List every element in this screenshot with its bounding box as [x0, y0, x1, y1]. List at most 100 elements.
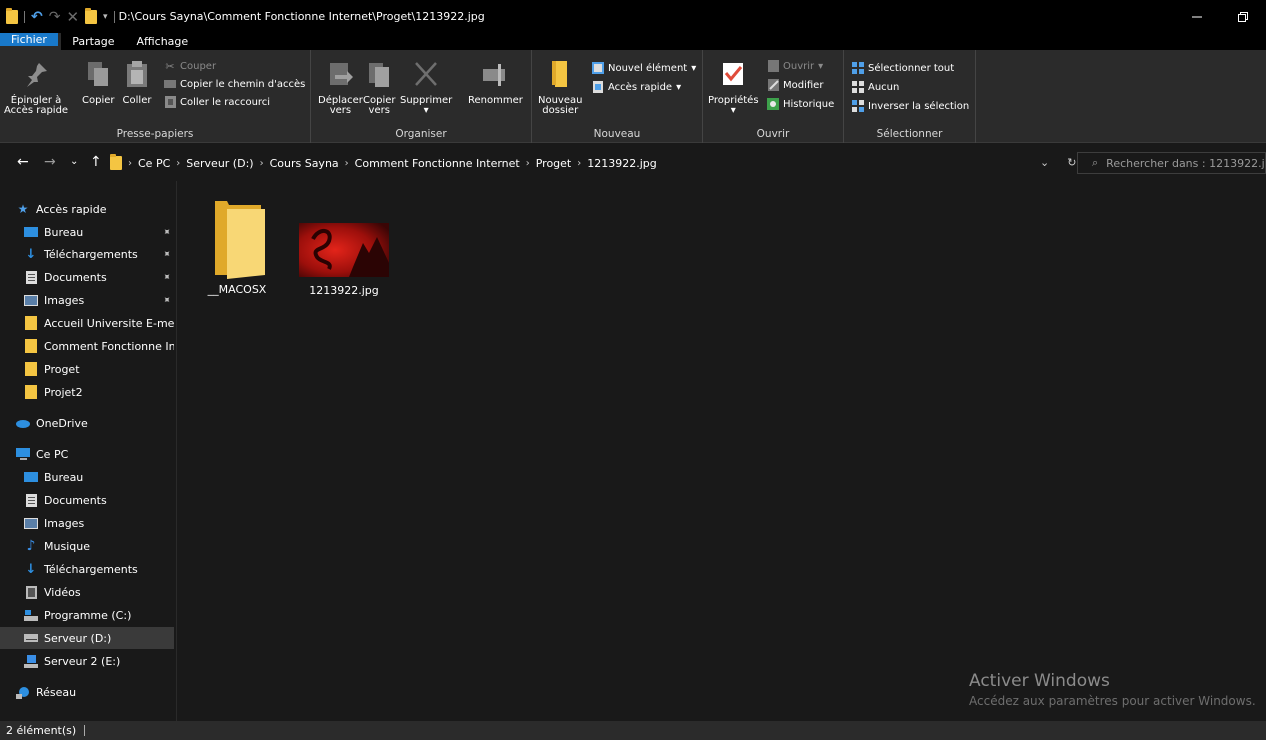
copy-to-button[interactable]: Copier vers [363, 56, 396, 116]
back-arrow-icon[interactable]: ← [17, 154, 29, 170]
new-item-button[interactable]: Nouvel élément ▾ [592, 60, 696, 76]
open-button[interactable]: Ouvrir ▾ [767, 58, 823, 74]
copy-path-label: Copier le chemin d'accès [180, 78, 306, 90]
refresh-icon[interactable]: ↻ [1067, 156, 1076, 169]
recent-locations-icon[interactable]: ⌄ [70, 154, 78, 170]
select-none-button[interactable]: Aucun [852, 79, 899, 95]
sidebar-item-comment-fonctionne[interactable]: Comment Fonctionne Internet [0, 335, 174, 357]
tab-affichage[interactable]: Affichage [126, 33, 200, 50]
tab-partage[interactable]: Partage [61, 33, 125, 50]
sidebar-item-documents[interactable]: Documents ✦ [0, 266, 174, 288]
minimize-button[interactable] [1174, 0, 1220, 33]
music-icon: ♪ [26, 538, 36, 554]
history-icon [767, 98, 779, 110]
invert-selection-button[interactable]: Inverser la sélection [852, 98, 969, 114]
ribbon: Épingler à Accès rapide Copier Coller ✂ … [0, 50, 1266, 143]
select-all-button[interactable]: Sélectionner tout [852, 60, 954, 76]
delete-icon [411, 56, 441, 92]
search-icon: ⌕ [1092, 156, 1099, 169]
quick-access-toolbar: ↶ ↷ ✕ ▾ [0, 7, 115, 26]
chevron-right-icon: › [259, 157, 264, 169]
redo-icon[interactable]: ↷ [49, 9, 61, 25]
address-bar[interactable]: › Ce PC › Serveur (D:) › Cours Sayna › C… [110, 152, 1076, 174]
cut-label: Couper [180, 60, 217, 72]
sidebar-label: Bureau [44, 470, 84, 484]
breadcrumb-cours-sayna[interactable]: Cours Sayna [270, 157, 339, 170]
folder-icon [215, 201, 265, 279]
sidebar-label: Réseau [36, 685, 77, 699]
sidebar-item-pc-telechargements[interactable]: ↓ Téléchargements [0, 558, 174, 580]
pin-icon[interactable]: ✦ [159, 293, 173, 307]
search-box[interactable]: ⌕ Rechercher dans : 1213922.jpg [1077, 152, 1266, 174]
sidebar-label: Programme (C:) [44, 608, 132, 622]
easy-access-button[interactable]: Accès rapide ▾ [592, 79, 681, 95]
paste-button[interactable]: Coller [122, 56, 152, 106]
sidebar-item-telechargements[interactable]: ↓ Téléchargements ✦ [0, 243, 174, 265]
group-label-ouvrir: Ouvrir [756, 128, 790, 140]
sidebar-item-projet2[interactable]: Projet2 [0, 381, 174, 403]
pin-icon[interactable]: ✦ [159, 247, 173, 261]
edit-button[interactable]: Modifier [767, 77, 823, 93]
cut-button[interactable]: ✂ Couper [164, 58, 216, 74]
sidebar-label: Serveur (D:) [44, 631, 112, 645]
sidebar-item-pc-documents[interactable]: Documents [0, 489, 174, 511]
paste-shortcut-button[interactable]: Coller le raccourci [164, 94, 270, 110]
sidebar-item-drive-c[interactable]: Programme (C:) [0, 604, 174, 626]
copy-button[interactable]: Copier [82, 56, 115, 106]
breadcrumb-ce-pc[interactable]: Ce PC [138, 157, 170, 170]
copy-path-button[interactable]: Copier le chemin d'accès [164, 76, 305, 92]
rename-icon [480, 56, 510, 92]
sidebar-item-bureau[interactable]: Bureau ✦ [0, 221, 174, 243]
sidebar-item-reseau[interactable]: Réseau [0, 681, 174, 703]
history-button[interactable]: Historique [767, 96, 834, 112]
breadcrumb-comment-fonctionne[interactable]: Comment Fonctionne Internet [355, 157, 520, 170]
desktop-icon [24, 226, 38, 238]
move-icon [325, 56, 355, 92]
sidebar-item-pc-bureau[interactable]: Bureau [0, 466, 174, 488]
folder-item-macosx[interactable]: __MACOSX [204, 199, 270, 296]
image-item-1213922[interactable]: 1213922.jpg [298, 223, 390, 297]
breadcrumb-serveur-d[interactable]: Serveur (D:) [186, 157, 253, 170]
sidebar-item-quick-access[interactable]: ★ Accès rapide [0, 198, 174, 220]
tab-fichier[interactable]: Fichier [0, 33, 58, 46]
breadcrumb-proget[interactable]: Proget [536, 157, 572, 170]
undo-icon[interactable]: ↶ [31, 9, 43, 25]
group-nouveau: Nouveau dossier Nouvel élément ▾ Accès r… [532, 50, 703, 143]
divider [113, 10, 115, 23]
sidebar-item-pc-videos[interactable]: Vidéos [0, 581, 174, 603]
group-label-presse-papiers: Presse-papiers [116, 128, 194, 140]
new-folder-icon[interactable] [85, 7, 98, 24]
restore-button[interactable] [1220, 0, 1266, 33]
sidebar-label: Documents [44, 493, 107, 507]
sidebar-item-pc-musique[interactable]: ♪ Musique [0, 535, 174, 557]
rename-button[interactable]: Renommer [468, 56, 523, 106]
new-folder-button[interactable]: Nouveau dossier [538, 56, 582, 116]
delete-icon[interactable]: ✕ [66, 8, 79, 26]
documents-icon [24, 493, 38, 507]
sidebar-item-drive-e[interactable]: Serveur 2 (E:) [0, 650, 174, 672]
delete-button[interactable]: Supprimer ▾ [400, 56, 452, 116]
pin-quick-access-button[interactable]: Épingler à Accès rapide [4, 56, 68, 116]
select-none-label: Aucun [868, 81, 900, 93]
move-to-button[interactable]: Déplacer vers [318, 56, 363, 116]
pin-icon[interactable]: ✦ [159, 225, 173, 239]
sidebar-label: Serveur 2 (E:) [44, 654, 121, 668]
sidebar-item-images[interactable]: Images ✦ [0, 289, 174, 311]
chevron-right-icon: › [344, 157, 349, 169]
customize-dropdown-icon[interactable]: ▾ [103, 12, 108, 22]
sidebar-item-proget[interactable]: Proget [0, 358, 174, 380]
sidebar-item-drive-d[interactable]: Serveur (D:) [0, 627, 174, 649]
group-label-nouveau: Nouveau [593, 128, 641, 140]
address-history-dropdown-icon[interactable]: ⌄ [1040, 156, 1049, 169]
sidebar-item-accueil-universite[interactable]: Accueil Universite E-media [0, 312, 174, 334]
copy-to-label-2: vers [368, 105, 390, 116]
breadcrumb-file[interactable]: 1213922.jpg [587, 157, 657, 170]
up-arrow-icon[interactable]: ↑ [90, 154, 102, 170]
folder-icon [24, 316, 38, 330]
pin-icon[interactable]: ✦ [159, 270, 173, 284]
sidebar-item-onedrive[interactable]: OneDrive [0, 412, 174, 434]
sidebar-item-ce-pc[interactable]: Ce PC [0, 443, 174, 465]
sidebar-item-pc-images[interactable]: Images [0, 512, 174, 534]
properties-button[interactable]: Propriétés ▾ [708, 56, 759, 116]
forward-arrow-icon[interactable]: → [44, 154, 56, 170]
